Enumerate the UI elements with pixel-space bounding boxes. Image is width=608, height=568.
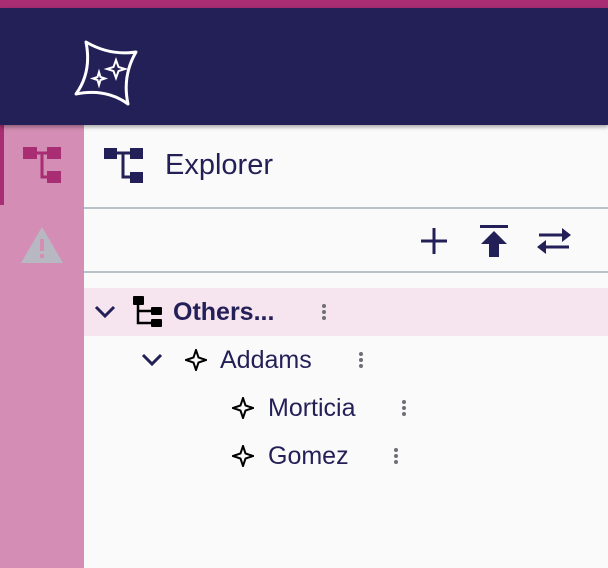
rail-item-problems[interactable] xyxy=(0,205,84,285)
tree-structure-icon xyxy=(104,148,143,183)
chevron-down-icon[interactable] xyxy=(94,304,116,320)
upload-to-top-icon xyxy=(480,225,508,257)
rail-item-explorer[interactable] xyxy=(0,125,84,205)
explorer-panel: Explorer Others... Addams Morticia Gomez xyxy=(84,125,608,568)
tree-item-label: Gomez xyxy=(268,442,349,470)
sparkle-star-logo xyxy=(74,40,138,106)
tree-item-others[interactable]: Others... xyxy=(84,288,608,336)
move-to-top-button[interactable] xyxy=(474,221,514,261)
plus-icon xyxy=(421,228,447,254)
top-accent-stripe xyxy=(0,0,608,8)
sparkle-icon xyxy=(185,349,207,371)
tree-structure-icon xyxy=(133,296,162,327)
add-button[interactable] xyxy=(414,221,454,261)
more-options-icon[interactable] xyxy=(320,302,328,324)
tree-item-label: Addams xyxy=(220,346,312,374)
more-options-icon[interactable] xyxy=(392,446,400,468)
swap-button[interactable] xyxy=(534,221,574,261)
tree-item-label: Morticia xyxy=(268,394,356,422)
tree-item-addams[interactable]: Addams xyxy=(84,336,608,384)
warning-icon xyxy=(21,227,63,263)
app-header xyxy=(0,8,608,125)
swap-arrows-icon xyxy=(537,228,571,254)
chevron-down-icon[interactable] xyxy=(141,352,163,368)
tree-item-label: Others... xyxy=(173,298,275,326)
explorer-header: Explorer xyxy=(84,125,608,209)
more-options-icon[interactable] xyxy=(400,398,408,420)
sparkle-icon xyxy=(232,445,254,467)
sparkle-icon xyxy=(232,397,254,419)
panel-title: Explorer xyxy=(165,149,273,181)
more-options-icon[interactable] xyxy=(357,350,365,372)
tree-item-gomez[interactable]: Gomez xyxy=(84,432,608,480)
explorer-toolbar xyxy=(84,209,608,273)
tree-item-morticia[interactable]: Morticia xyxy=(84,384,608,432)
tree-structure-icon xyxy=(23,147,61,183)
side-rail xyxy=(0,125,84,568)
